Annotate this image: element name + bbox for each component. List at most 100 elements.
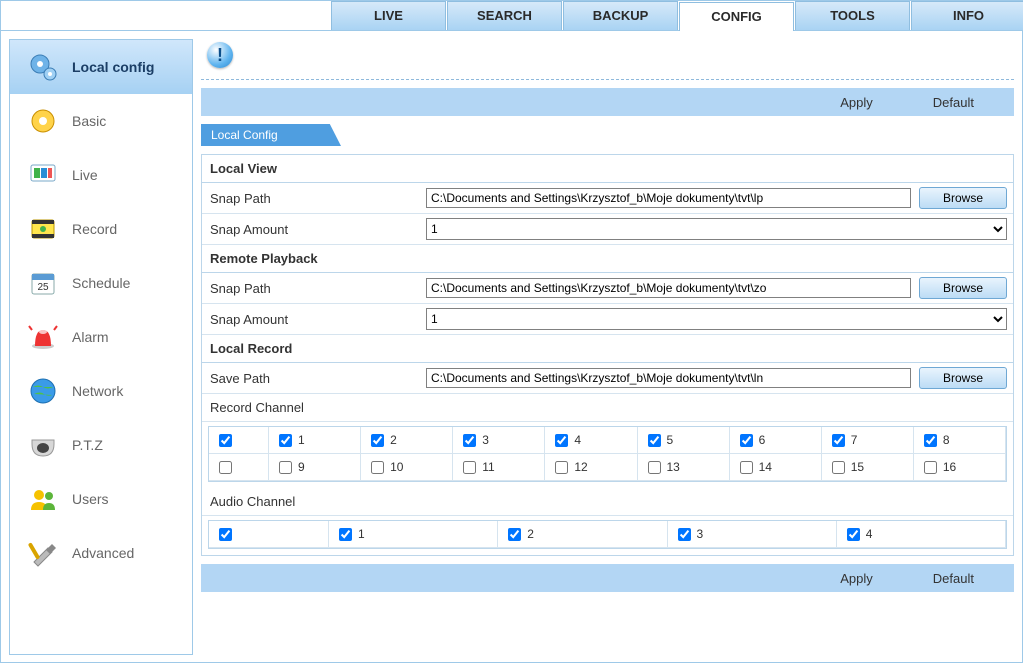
- sidebar-item-network[interactable]: Network: [10, 364, 192, 418]
- input-localview-snappath[interactable]: [426, 188, 911, 208]
- audio-ch-label: 2: [527, 527, 534, 541]
- audio-ch-4[interactable]: [847, 528, 860, 541]
- tab-search[interactable]: SEARCH: [447, 1, 562, 30]
- apply-button[interactable]: Apply: [840, 571, 873, 586]
- row-localview-snapamount: Snap Amount 1: [202, 214, 1013, 245]
- row-remote-snappath: Snap Path Browse: [202, 273, 1013, 304]
- apply-button[interactable]: Apply: [840, 95, 873, 110]
- calendar-icon: 25: [26, 266, 60, 300]
- tab-tools[interactable]: TOOLS: [795, 1, 910, 30]
- record-ch-label: 3: [482, 433, 489, 447]
- sidebar-item-label: Network: [72, 383, 123, 399]
- record-ch-label: 5: [667, 433, 674, 447]
- record-master-row2[interactable]: [219, 461, 232, 474]
- record-ch-1[interactable]: [279, 434, 292, 447]
- sidebar-item-alarm[interactable]: Alarm: [10, 310, 192, 364]
- label-snap-path: Snap Path: [208, 191, 418, 206]
- record-ch-7[interactable]: [832, 434, 845, 447]
- sidebar-item-live[interactable]: Live: [10, 148, 192, 202]
- record-ch-label: 14: [759, 460, 772, 474]
- tab-live[interactable]: LIVE: [331, 1, 446, 30]
- sidebar-item-ptz[interactable]: P.T.Z: [10, 418, 192, 472]
- default-button[interactable]: Default: [933, 571, 974, 586]
- audio-ch-label: 3: [697, 527, 704, 541]
- section-localview-title: Local View: [202, 155, 1013, 183]
- record-ch-4[interactable]: [555, 434, 568, 447]
- record-ch-13[interactable]: [648, 461, 661, 474]
- record-ch-16[interactable]: [924, 461, 937, 474]
- sidebar-item-schedule[interactable]: 25 Schedule: [10, 256, 192, 310]
- tab-backup[interactable]: BACKUP: [563, 1, 678, 30]
- label-record-channel: Record Channel: [202, 394, 1013, 422]
- config-panel: Local View Snap Path Browse Snap Amount …: [201, 154, 1014, 556]
- record-ch-5[interactable]: [648, 434, 661, 447]
- record-ch-6[interactable]: [740, 434, 753, 447]
- record-ch-3[interactable]: [463, 434, 476, 447]
- record-ch-label: 9: [298, 460, 305, 474]
- record-ch-label: 2: [390, 433, 397, 447]
- browse-button[interactable]: Browse: [919, 187, 1007, 209]
- sidebar-item-label: Alarm: [72, 329, 109, 345]
- sidebar-item-localconfig[interactable]: Local config: [10, 40, 192, 94]
- input-remote-snappath[interactable]: [426, 278, 911, 298]
- record-ch-label: 16: [943, 460, 956, 474]
- select-remote-snapamount[interactable]: 1: [426, 308, 1007, 330]
- label-audio-channel: Audio Channel: [202, 488, 1013, 516]
- alarm-icon: [26, 320, 60, 354]
- sidebar-item-label: Local config: [72, 59, 154, 75]
- record-ch-2[interactable]: [371, 434, 384, 447]
- record-ch-14[interactable]: [740, 461, 753, 474]
- record-channel-grid: 12345678910111213141516: [208, 426, 1007, 482]
- sidebar-item-advanced[interactable]: Advanced: [10, 526, 192, 580]
- monitor-icon: [26, 158, 60, 192]
- record-ch-9[interactable]: [279, 461, 292, 474]
- sidebar-item-label: Users: [72, 491, 109, 507]
- globe-icon: [26, 374, 60, 408]
- action-bar-top: Apply Default: [201, 88, 1014, 116]
- record-ch-label: 12: [574, 460, 587, 474]
- row-localrecord-savepath: Save Path Browse: [202, 363, 1013, 394]
- sidebar-item-record[interactable]: Record: [10, 202, 192, 256]
- sidebar-item-users[interactable]: Users: [10, 472, 192, 526]
- label-save-path: Save Path: [208, 371, 418, 386]
- tab-info[interactable]: INFO: [911, 1, 1023, 30]
- row-remote-snapamount: Snap Amount 1: [202, 304, 1013, 335]
- tools-icon: [26, 536, 60, 570]
- audio-ch-3[interactable]: [678, 528, 691, 541]
- record-master-row1[interactable]: [219, 434, 232, 447]
- divider: [201, 79, 1014, 80]
- label-snap-amount: Snap Amount: [208, 312, 418, 327]
- browse-button[interactable]: Browse: [919, 367, 1007, 389]
- dome-camera-icon: [26, 428, 60, 462]
- record-ch-12[interactable]: [555, 461, 568, 474]
- record-ch-label: 8: [943, 433, 950, 447]
- panel-tabs: Local Config: [201, 124, 1014, 146]
- gear-icon: [26, 104, 60, 138]
- sidebar-item-label: Schedule: [72, 275, 130, 291]
- action-bar-bottom: Apply Default: [201, 564, 1014, 592]
- record-ch-11[interactable]: [463, 461, 476, 474]
- audio-ch-label: 4: [866, 527, 873, 541]
- audio-ch-1[interactable]: [339, 528, 352, 541]
- sidebar: Local config Basic Live Record: [9, 39, 193, 655]
- audio-master[interactable]: [219, 528, 232, 541]
- select-localview-snapamount[interactable]: 1: [426, 218, 1007, 240]
- record-ch-label: 15: [851, 460, 864, 474]
- top-tabs: LIVE SEARCH BACKUP CONFIG TOOLS INFO: [1, 1, 1022, 31]
- browse-button[interactable]: Browse: [919, 277, 1007, 299]
- record-ch-10[interactable]: [371, 461, 384, 474]
- sidebar-item-label: Advanced: [72, 545, 134, 561]
- record-ch-label: 1: [298, 433, 305, 447]
- record-ch-label: 10: [390, 460, 403, 474]
- default-button[interactable]: Default: [933, 95, 974, 110]
- sidebar-item-label: P.T.Z: [72, 437, 103, 453]
- sidebar-item-basic[interactable]: Basic: [10, 94, 192, 148]
- tab-config[interactable]: CONFIG: [679, 2, 794, 31]
- record-ch-15[interactable]: [832, 461, 845, 474]
- panel-tab-localconfig[interactable]: Local Config: [201, 124, 341, 146]
- input-localrecord-savepath[interactable]: [426, 368, 911, 388]
- sidebar-item-label: Record: [72, 221, 117, 237]
- audio-ch-2[interactable]: [508, 528, 521, 541]
- record-ch-label: 6: [759, 433, 766, 447]
- record-ch-8[interactable]: [924, 434, 937, 447]
